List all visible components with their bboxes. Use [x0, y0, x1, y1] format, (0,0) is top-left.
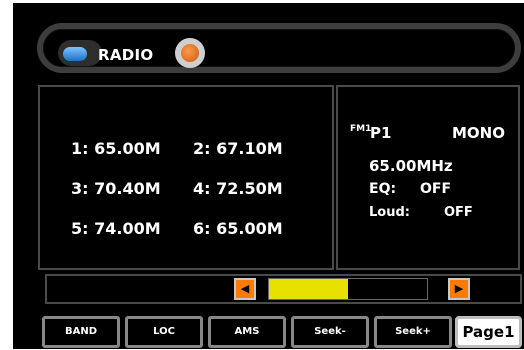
knob-center-icon	[181, 44, 199, 62]
preset-3[interactable]: 3: 70.40M	[71, 179, 161, 198]
tuning-progress[interactable]	[268, 278, 428, 300]
status-eq-value: OFF	[420, 181, 452, 197]
status-loud-value: OFF	[444, 205, 473, 220]
band-button[interactable]: BAND	[42, 316, 120, 348]
preset-6[interactable]: 6: 65.00M	[193, 219, 283, 238]
seek-up-button[interactable]: Seek+	[374, 316, 452, 348]
seek-down-button[interactable]: Seek-	[291, 316, 369, 348]
loc-button[interactable]: LOC	[125, 316, 203, 348]
chevron-right-icon: ▶	[454, 282, 464, 295]
page1-button[interactable]: Page1	[455, 316, 522, 348]
preset-4[interactable]: 4: 72.50M	[193, 179, 283, 198]
status-panel-frame	[336, 85, 520, 270]
preset-1[interactable]: 1: 65.00M	[71, 139, 161, 158]
status-stereo: MONO	[452, 124, 505, 142]
status-eq-label: EQ:	[369, 181, 397, 197]
chevron-left-icon: ◀	[240, 282, 250, 295]
radio-source-indicator	[63, 47, 87, 61]
status-loud-label: Loud:	[369, 205, 410, 220]
preset-panel-frame	[38, 85, 334, 270]
preset-5[interactable]: 5: 74.00M	[71, 219, 161, 238]
tune-right-button[interactable]: ▶	[448, 278, 470, 300]
status-frequency: 65.00MHz	[369, 157, 453, 175]
tuning-progress-fill	[269, 279, 348, 299]
status-preset: P1	[370, 124, 392, 142]
header-title: RADIO	[98, 46, 154, 64]
ams-button[interactable]: AMS	[208, 316, 286, 348]
preset-2[interactable]: 2: 67.10M	[193, 139, 283, 158]
status-band: FM1	[350, 124, 372, 134]
tune-left-button[interactable]: ◀	[234, 278, 256, 300]
